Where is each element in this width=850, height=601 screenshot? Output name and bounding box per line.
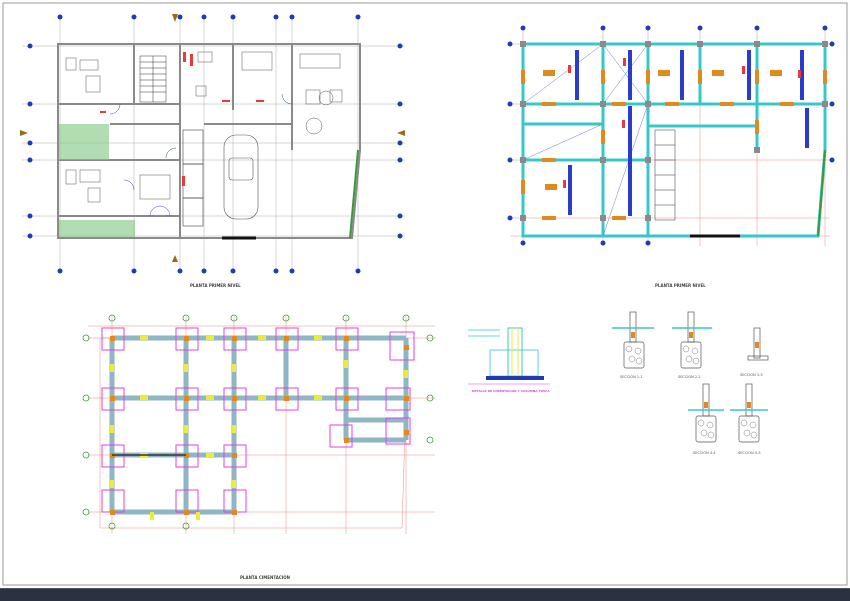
hatched-patio-1 — [59, 124, 109, 160]
foundation-plan: PLANTA CIMENTACION — [82, 314, 435, 580]
structural-plan-title: PLANTA PRIMER NIVEL — [655, 283, 706, 288]
section-4: SECCION 4-4 — [688, 383, 724, 455]
section-label-4: SECCION 4-4 — [693, 451, 716, 455]
foundation-plan-title: PLANTA CIMENTACION — [240, 575, 290, 580]
car-outline — [223, 134, 259, 220]
floor-plan-title: PLANTA PRIMER NIVEL — [190, 283, 241, 288]
foundation-grid — [88, 316, 435, 534]
sheet-border — [2, 2, 848, 586]
footing-detail: DETALLE DE CIMENTACION Y COLUMNA TIPICA — [468, 327, 550, 393]
detail-title: DETALLE DE CIMENTACION Y COLUMNA TIPICA — [472, 389, 550, 393]
section-label-5: SECCION 5-5 — [738, 451, 761, 455]
door-swings — [109, 93, 293, 217]
structural-garden-edge — [817, 149, 826, 237]
section-label-1: SECCION 1-1 — [620, 375, 643, 379]
yellow-tie-marks — [110, 336, 408, 520]
red-stair-marks — [100, 52, 264, 186]
structural-columns — [520, 41, 828, 221]
drawing-sheet: PLANTA PRIMER NIVEL PLANTA PRIMER NIVEL … — [2, 2, 848, 586]
stair — [139, 55, 167, 103]
structural-stair — [654, 129, 676, 221]
section-5: SECCION 5-5 — [730, 383, 768, 455]
floor-plan: PLANTA PRIMER NIVEL — [20, 14, 405, 288]
section-3: SECCION 3-3 — [740, 327, 769, 377]
foundation-columns — [110, 336, 409, 515]
status-bar — [0, 588, 850, 601]
structural-grid — [510, 30, 830, 246]
hatched-patio-2 — [59, 220, 135, 237]
section-label-2: SECCION 2-2 — [678, 375, 701, 379]
section-1: SECCION 1-1 — [612, 311, 654, 379]
structural-plan: PLANTA PRIMER NIVEL — [507, 25, 835, 288]
structural-axis-bubbles — [507, 25, 835, 246]
section-label-3: SECCION 3-3 — [740, 373, 763, 377]
garage-bays — [182, 129, 204, 227]
section-2: SECCION 2-2 — [672, 311, 712, 379]
foundation-beams — [109, 335, 409, 515]
